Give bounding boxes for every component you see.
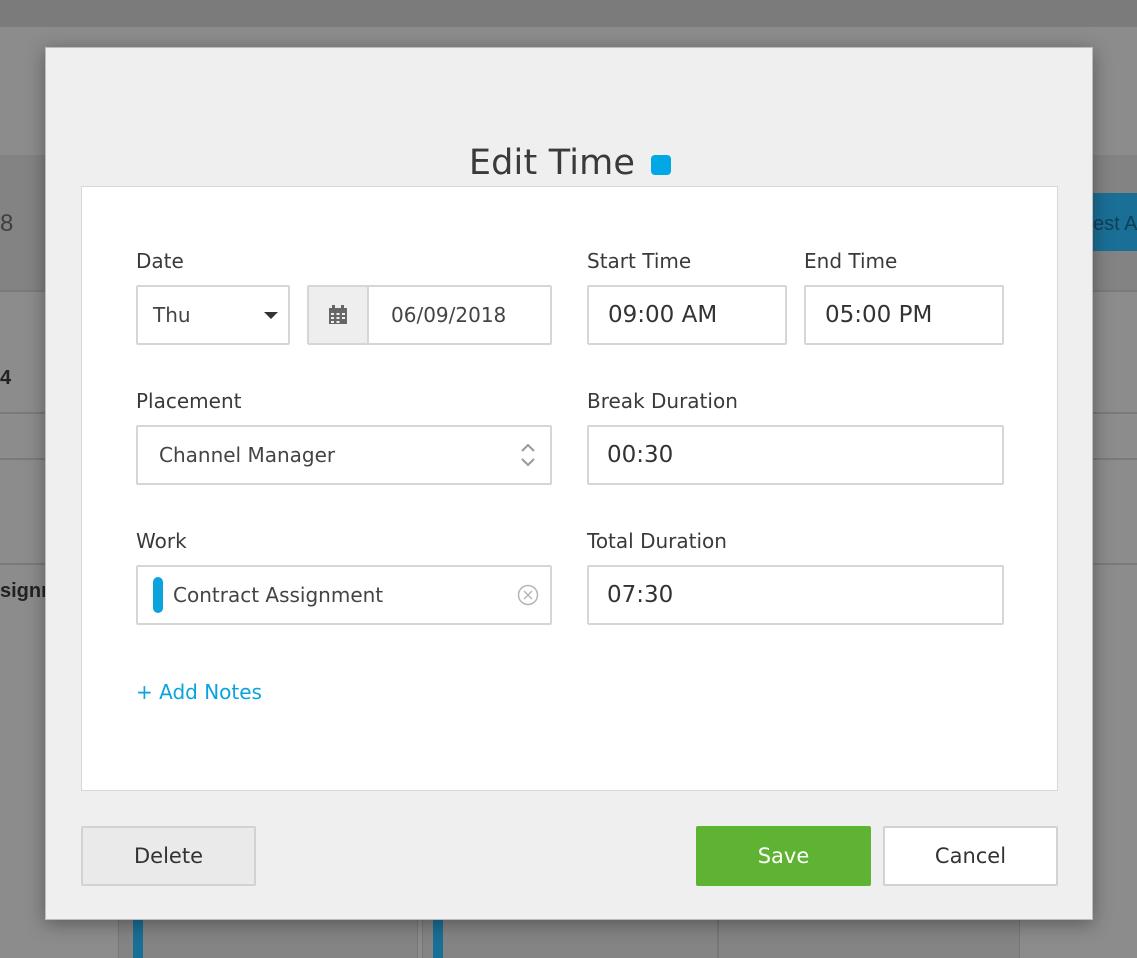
background-column xyxy=(718,918,1020,958)
work-select[interactable]: Contract Assignment xyxy=(136,565,552,625)
end-time-label: End Time xyxy=(804,249,898,273)
cancel-button-label: Cancel xyxy=(934,844,1007,868)
total-duration-value: 07:30 xyxy=(607,582,674,608)
end-time-value: 05:00 PM xyxy=(825,302,933,328)
total-duration-label: Total Duration xyxy=(587,529,727,553)
total-duration-input[interactable]: 07:30 xyxy=(587,565,1004,625)
work-value: Contract Assignment xyxy=(173,583,384,607)
start-time-value: 09:00 AM xyxy=(608,302,718,328)
calendar-icon[interactable] xyxy=(309,287,369,343)
weekday-value: Thu xyxy=(153,303,191,327)
placement-value: Channel Manager xyxy=(159,443,336,467)
break-duration-input[interactable]: 00:30 xyxy=(587,425,1004,485)
date-label: Date xyxy=(136,249,184,273)
add-notes-link[interactable]: + Add Notes xyxy=(136,680,262,704)
background-date-fragment: 8 xyxy=(0,210,14,237)
background-column xyxy=(422,918,718,958)
title-color-swatch xyxy=(651,155,672,175)
background-topbar xyxy=(0,0,1137,27)
cancel-button[interactable]: Cancel xyxy=(883,826,1058,886)
delete-button[interactable]: Delete xyxy=(81,826,256,886)
placement-select[interactable]: Channel Manager xyxy=(136,425,552,485)
save-button[interactable]: Save xyxy=(696,826,871,886)
delete-button-label: Delete xyxy=(134,844,203,868)
weekday-select[interactable]: Thu xyxy=(136,285,290,345)
caret-down-icon xyxy=(264,312,278,319)
background-column-accent xyxy=(133,918,143,958)
save-button-label: Save xyxy=(757,844,810,868)
background-column-accent xyxy=(433,918,443,958)
break-duration-value: 00:30 xyxy=(607,442,674,468)
dialog-title-row: Edit Time xyxy=(46,143,1094,183)
sort-arrows-icon xyxy=(520,442,536,473)
date-input[interactable]: 06/09/2018 xyxy=(307,285,552,345)
start-time-input[interactable]: 09:00 AM xyxy=(587,285,787,345)
break-duration-label: Break Duration xyxy=(587,389,738,413)
clear-circle-icon[interactable] xyxy=(517,584,539,611)
placement-label: Placement xyxy=(136,389,242,413)
edit-time-dialog: Edit Time Date Thu 06/09/2018 Start Time… xyxy=(45,47,1093,920)
end-time-input[interactable]: 05:00 PM xyxy=(804,285,1004,345)
background-work-fragment: signr xyxy=(0,580,49,602)
date-value: 06/09/2018 xyxy=(391,303,507,327)
work-color-bar xyxy=(153,577,163,613)
form-panel: Date Thu 06/09/2018 Start Time 09:00 AM … xyxy=(81,186,1058,791)
dialog-title: Edit Time xyxy=(468,143,636,183)
start-time-label: Start Time xyxy=(587,249,692,273)
background-column xyxy=(118,918,418,958)
work-label: Work xyxy=(136,529,187,553)
background-number-fragment: 4 xyxy=(0,367,12,389)
